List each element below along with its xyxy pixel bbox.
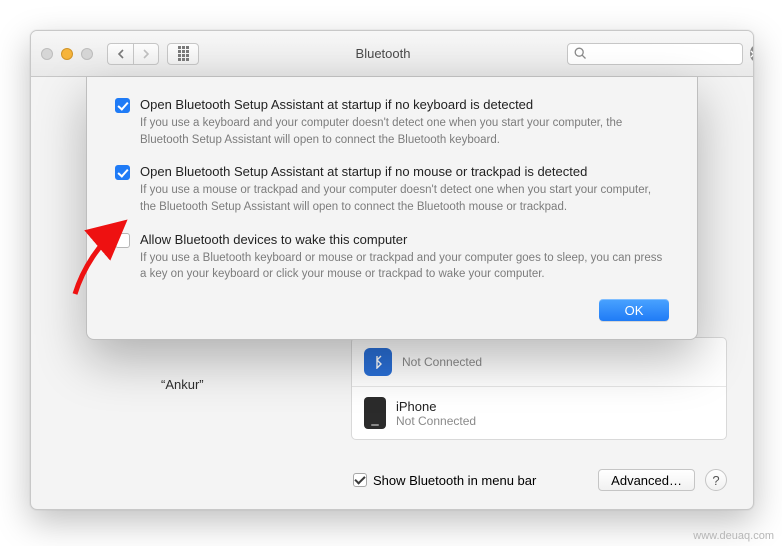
close-window-button[interactable] [41, 48, 53, 60]
option-description: If you use a keyboard and your computer … [140, 115, 669, 148]
back-button[interactable] [107, 43, 133, 65]
device-list: Not Connected iPhone Not Connected [351, 337, 727, 440]
watermark: www.deuaq.com [693, 530, 774, 542]
device-name: iPhone [396, 399, 476, 414]
mouse-assistant-checkbox[interactable] [115, 165, 130, 180]
show-in-menubar-checkbox[interactable] [353, 473, 367, 487]
option-title: Open Bluetooth Setup Assistant at startu… [140, 164, 669, 179]
show-all-button[interactable] [167, 43, 199, 65]
device-row[interactable]: Not Connected [352, 338, 726, 386]
chevron-right-icon [142, 49, 150, 59]
option-title: Open Bluetooth Setup Assistant at startu… [140, 97, 669, 112]
grid-icon [178, 46, 189, 61]
option-row-mouse: Open Bluetooth Setup Assistant at startu… [115, 164, 669, 223]
option-row-keyboard: Open Bluetooth Setup Assistant at startu… [115, 97, 669, 156]
option-title: Allow Bluetooth devices to wake this com… [140, 232, 669, 247]
window-controls [41, 48, 93, 60]
search-input[interactable] [591, 47, 746, 61]
forward-button[interactable] [133, 43, 159, 65]
close-icon [750, 50, 754, 58]
device-phone-icon [364, 397, 386, 429]
nav-back-forward [107, 43, 159, 65]
device-row[interactable]: iPhone Not Connected [352, 386, 726, 439]
device-generic-icon [364, 348, 392, 376]
pane-footer: Show Bluetooth in menu bar Advanced… ? [353, 469, 727, 491]
advanced-button[interactable]: Advanced… [598, 469, 695, 491]
keyboard-assistant-checkbox[interactable] [115, 98, 130, 113]
minimize-window-button[interactable] [61, 48, 73, 60]
window-title: Bluetooth [207, 46, 559, 61]
zoom-window-button[interactable] [81, 48, 93, 60]
allow-wake-checkbox[interactable] [115, 233, 130, 248]
chevron-left-icon [117, 49, 125, 59]
advanced-options-sheet: Open Bluetooth Setup Assistant at startu… [86, 77, 698, 340]
option-row-wake: Allow Bluetooth devices to wake this com… [115, 232, 669, 291]
option-description: If you use a mouse or trackpad and your … [140, 182, 669, 215]
search-field[interactable] [567, 43, 743, 65]
show-in-menubar-label: Show Bluetooth in menu bar [373, 473, 536, 488]
window-toolbar: Bluetooth [31, 31, 753, 77]
device-status: Not Connected [396, 414, 476, 428]
preferences-window: Bluetooth “Ankur” Not Connected [30, 30, 754, 510]
search-icon [574, 47, 587, 60]
device-status: Not Connected [402, 355, 482, 369]
option-description: If you use a Bluetooth keyboard or mouse… [140, 250, 669, 283]
help-button[interactable]: ? [705, 469, 727, 491]
computer-bluetooth-name: “Ankur” [161, 377, 204, 392]
ok-button[interactable]: OK [599, 299, 669, 321]
clear-search-button[interactable] [750, 46, 754, 61]
